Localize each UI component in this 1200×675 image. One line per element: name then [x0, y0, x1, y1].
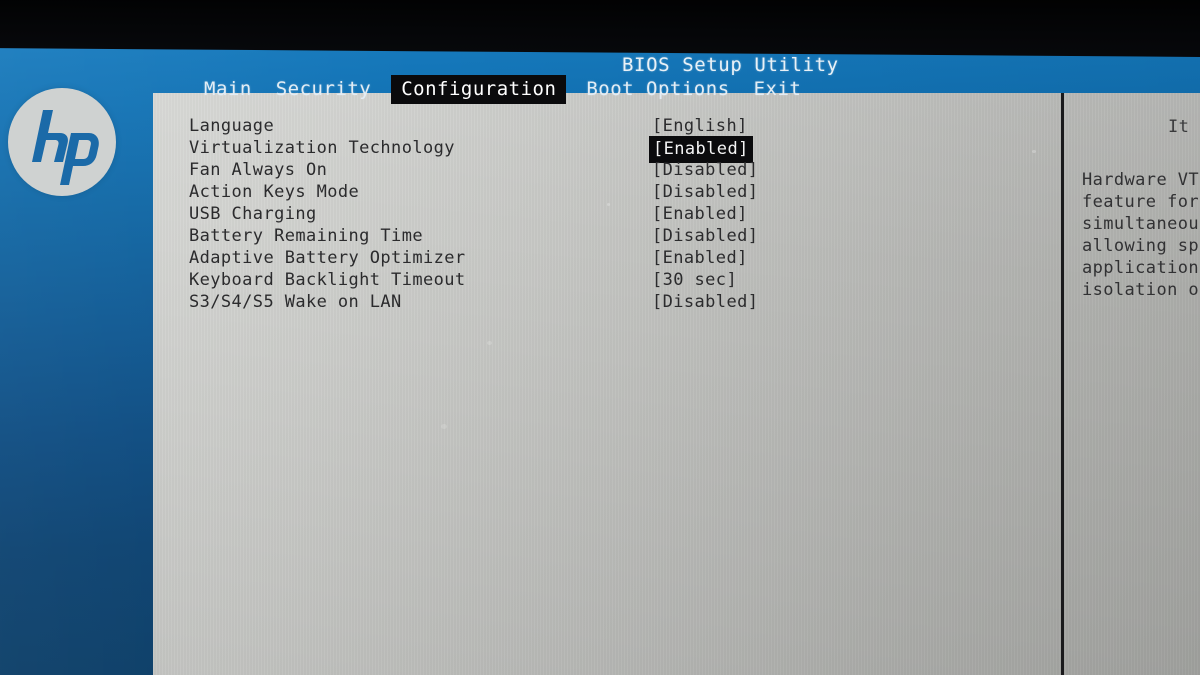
- menu-item-configuration[interactable]: Configuration: [391, 75, 567, 104]
- help-line: feature for: [1082, 192, 1199, 212]
- panel-divider: [1061, 93, 1064, 675]
- setting-label: Action Keys Mode: [189, 182, 360, 202]
- setting-label: Adaptive Battery Optimizer: [189, 248, 466, 268]
- setting-value[interactable]: [Enabled]: [649, 247, 751, 269]
- setting-value[interactable]: [Disabled]: [649, 225, 761, 247]
- bios-screen: BIOS Setup Utility Main Security Configu…: [0, 0, 1200, 675]
- item-help-pane: It Hardware VT feature for simultaneou a…: [1070, 93, 1200, 675]
- menubar: Main Security Configuration Boot Options…: [198, 75, 808, 104]
- menu-item-main[interactable]: Main: [198, 76, 258, 102]
- setting-label: Fan Always On: [189, 160, 328, 180]
- menu-item-exit[interactable]: Exit: [748, 76, 808, 102]
- content-panel: Language [English] Virtualization Techno…: [153, 93, 1200, 675]
- setting-label: USB Charging: [189, 204, 317, 224]
- item-help-text: Hardware VT feature for simultaneou allo…: [1082, 169, 1200, 301]
- screen-bezel-top: [0, 0, 1200, 58]
- help-line: isolation o: [1082, 280, 1199, 300]
- setting-value[interactable]: [Disabled]: [649, 159, 761, 181]
- hp-logo: [8, 88, 116, 196]
- menu-item-boot-options[interactable]: Boot Options: [580, 76, 735, 102]
- setting-label: S3/S4/S5 Wake on LAN: [189, 292, 402, 312]
- help-line: simultaneou: [1082, 214, 1199, 234]
- setting-value[interactable]: [Disabled]: [649, 181, 761, 203]
- setting-value[interactable]: [Disabled]: [649, 291, 761, 313]
- setting-label: Battery Remaining Time: [189, 226, 423, 246]
- setting-value[interactable]: [Enabled]: [649, 203, 751, 225]
- setting-label: Language: [189, 116, 275, 136]
- setting-label: Keyboard Backlight Timeout: [189, 270, 466, 290]
- bios-title: BIOS Setup Utility: [622, 54, 839, 76]
- setting-value[interactable]: [30 sec]: [649, 269, 740, 291]
- item-help-title: It: [1168, 117, 1190, 137]
- help-line: application: [1082, 258, 1199, 278]
- help-line: Hardware VT: [1082, 170, 1199, 190]
- menu-item-security[interactable]: Security: [270, 76, 378, 102]
- help-line: allowing sp: [1082, 236, 1199, 256]
- setting-value[interactable]: [English]: [649, 115, 751, 137]
- setting-label: Virtualization Technology: [189, 138, 455, 158]
